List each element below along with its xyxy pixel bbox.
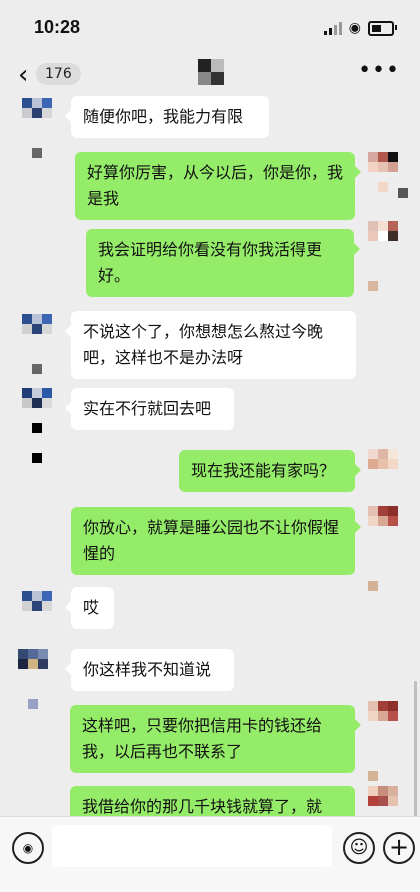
wifi-icon: ◉ — [348, 20, 361, 36]
chat-area: 随便你吧，我能力有限 好算你厉害，从今以后，你是你，我是我 我会证明给你看没有你… — [0, 96, 420, 816]
right-avatar[interactable] — [368, 152, 408, 198]
right-avatar[interactable] — [368, 786, 408, 816]
message-bubble[interactable]: 实在不行就回去吧 — [65, 388, 234, 430]
right-avatar[interactable] — [368, 506, 408, 591]
left-avatar[interactable] — [18, 649, 58, 709]
status-time: 10:28 — [34, 17, 81, 37]
chat-title-pixelated — [198, 59, 224, 85]
emoji-icon[interactable]: ☺ — [343, 832, 375, 864]
message-bubble[interactable]: 现在我还能有家吗？ — [179, 450, 361, 492]
message-bubble[interactable]: 不说这个了，你想想怎么熬过今晚吧，这样也不是办法呀 — [65, 311, 356, 379]
message-bubble[interactable]: 我借给你的那几千块钱就算了，就 — [70, 786, 355, 816]
scrollbar[interactable] — [414, 681, 417, 816]
message-bubble[interactable]: 你放心，就算是睡公园也不让你假惺惺的 — [71, 507, 361, 575]
signal-icon — [323, 21, 342, 35]
right-avatar[interactable] — [368, 221, 408, 291]
battery-icon — [368, 20, 397, 36]
left-avatar[interactable] — [22, 98, 62, 158]
message-bubble[interactable]: 好算你厉害，从今以后，你是你，我是我 — [75, 152, 361, 220]
add-attachment-icon[interactable]: + — [383, 832, 415, 864]
message-bubble[interactable]: 哎 — [65, 587, 114, 629]
message-text-field[interactable] — [52, 825, 332, 867]
message-bubble[interactable]: 我会证明给你看没有你我活得更好。 — [86, 229, 360, 297]
chat-header: ‹ 176 ••• — [0, 56, 420, 96]
left-avatar[interactable] — [22, 388, 62, 463]
message-bubble[interactable]: 随便你吧，我能力有限 — [65, 96, 269, 138]
left-avatar[interactable] — [22, 314, 62, 374]
right-avatar[interactable] — [368, 701, 408, 781]
voice-input-icon[interactable]: ◉ — [12, 832, 44, 864]
status-bar: 10:28 ◉ — [0, 0, 420, 56]
back-arrow-icon[interactable]: ‹ — [18, 60, 28, 90]
message-input-bar: ◉ ☺ + — [0, 816, 420, 892]
left-avatar[interactable] — [22, 591, 62, 631]
message-bubble[interactable]: 你这样我不知道说 — [65, 649, 234, 691]
right-avatar[interactable] — [368, 449, 408, 489]
status-icons: ◉ — [323, 20, 397, 36]
more-options-icon[interactable]: ••• — [358, 58, 400, 83]
message-bubble[interactable]: 这样吧，只要你把信用卡的钱还给我，以后再也不联系了 — [70, 705, 361, 773]
unread-count-badge[interactable]: 176 — [36, 63, 81, 85]
